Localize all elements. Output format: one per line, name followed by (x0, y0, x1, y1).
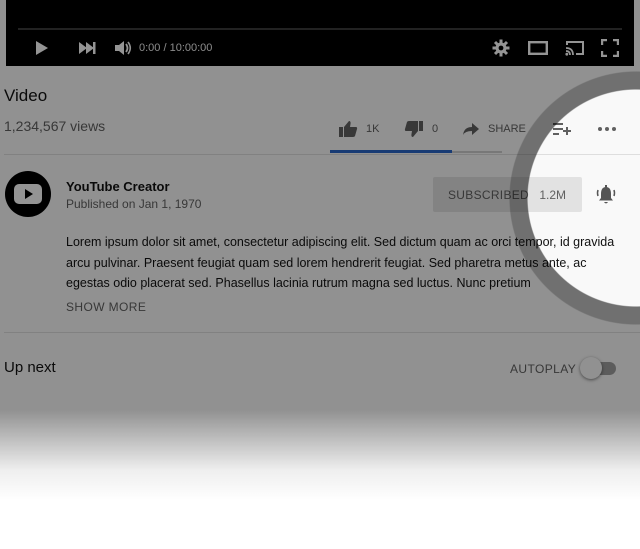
share-button[interactable]: SHARE (462, 118, 526, 140)
dislike-button[interactable]: 0 (404, 118, 438, 140)
cast-button[interactable] (562, 36, 588, 60)
dislike-count: 0 (432, 123, 439, 135)
show-more-button[interactable]: SHOW MORE (66, 300, 146, 314)
fullscreen-button[interactable] (597, 36, 623, 60)
more-actions-button[interactable] (597, 118, 617, 140)
watch-page: 0:00 / 10:00:00 Video 1,234,567 views 1K… (0, 0, 640, 549)
next-button[interactable] (74, 36, 100, 60)
like-button[interactable]: 1K (338, 118, 379, 140)
progress-bar[interactable] (18, 28, 622, 30)
thumbs-down-icon (404, 121, 423, 137)
publish-date: Published on Jan 1, 1970 (66, 197, 202, 211)
more-dots-icon (598, 127, 616, 131)
autoplay-label: AUTOPLAY (510, 362, 577, 376)
cast-icon (565, 41, 584, 56)
gear-icon (492, 39, 510, 57)
video-title: Video (4, 86, 48, 105)
autoplay-toggle-knob[interactable] (580, 357, 602, 379)
add-to-playlist-icon (553, 123, 571, 135)
time-display: 0:00 / 10:00:00 (139, 42, 213, 54)
divider (4, 154, 640, 155)
sentiment-bar-likes (330, 150, 452, 153)
share-arrow-icon (463, 123, 479, 135)
volume-icon (115, 41, 132, 55)
sentiment-bar-rest (452, 151, 502, 153)
theater-mode-button[interactable] (523, 36, 553, 60)
skip-next-icon (79, 42, 96, 54)
view-count: 1,234,567 views (4, 118, 106, 134)
add-to-button[interactable] (552, 118, 572, 140)
subscriber-count: 1.2M (539, 187, 566, 202)
video-description: Lorem ipsum dolor sit amet, consectetur … (66, 235, 615, 290)
play-button[interactable] (28, 36, 54, 60)
youtube-logo-icon (14, 184, 42, 204)
subscribe-label: SUBSCRIBED (448, 187, 530, 202)
up-next-heading: Up next (4, 359, 56, 376)
theater-mode-icon (528, 41, 548, 55)
play-icon (36, 41, 48, 55)
notification-bell-button[interactable] (595, 184, 617, 206)
share-label: SHARE (488, 123, 526, 135)
like-count: 1K (366, 123, 380, 135)
channel-avatar[interactable] (5, 171, 51, 217)
volume-button[interactable] (110, 36, 136, 60)
channel-name[interactable]: YouTube Creator (66, 179, 170, 194)
settings-button[interactable] (488, 36, 514, 60)
thumbs-up-icon (339, 121, 358, 137)
video-player[interactable]: 0:00 / 10:00:00 (6, 0, 634, 66)
divider (4, 332, 640, 333)
subscribe-button[interactable]: SUBSCRIBED 1.2M (433, 177, 582, 212)
fullscreen-icon (601, 39, 619, 57)
bell-icon (596, 185, 616, 204)
